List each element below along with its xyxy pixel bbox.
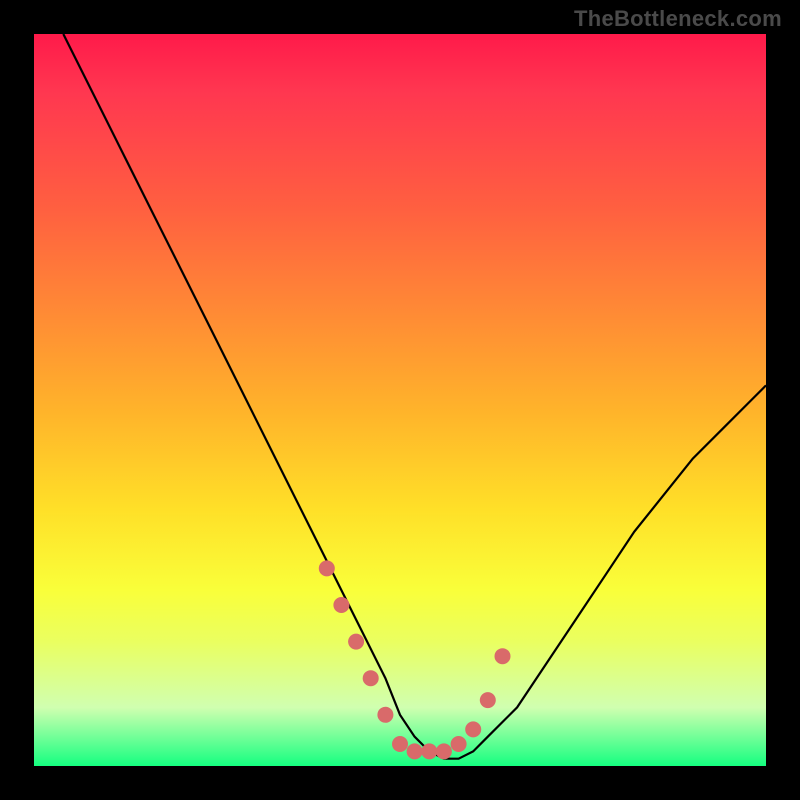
highlight-marker xyxy=(333,597,349,613)
attribution-text: TheBottleneck.com xyxy=(574,6,782,32)
highlight-marker xyxy=(495,648,511,664)
bottleneck-curve xyxy=(63,34,766,759)
highlight-marker xyxy=(363,670,379,686)
plot-area xyxy=(34,34,766,766)
highlight-marker xyxy=(377,707,393,723)
highlight-marker xyxy=(407,743,423,759)
highlight-marker xyxy=(451,736,467,752)
highlight-marker xyxy=(319,560,335,576)
highlight-markers xyxy=(319,560,511,759)
curve-layer xyxy=(34,34,766,766)
highlight-marker xyxy=(480,692,496,708)
highlight-marker xyxy=(392,736,408,752)
highlight-marker xyxy=(465,721,481,737)
highlight-marker xyxy=(348,634,364,650)
highlight-marker xyxy=(436,743,452,759)
highlight-marker xyxy=(421,743,437,759)
chart-frame: TheBottleneck.com xyxy=(0,0,800,800)
